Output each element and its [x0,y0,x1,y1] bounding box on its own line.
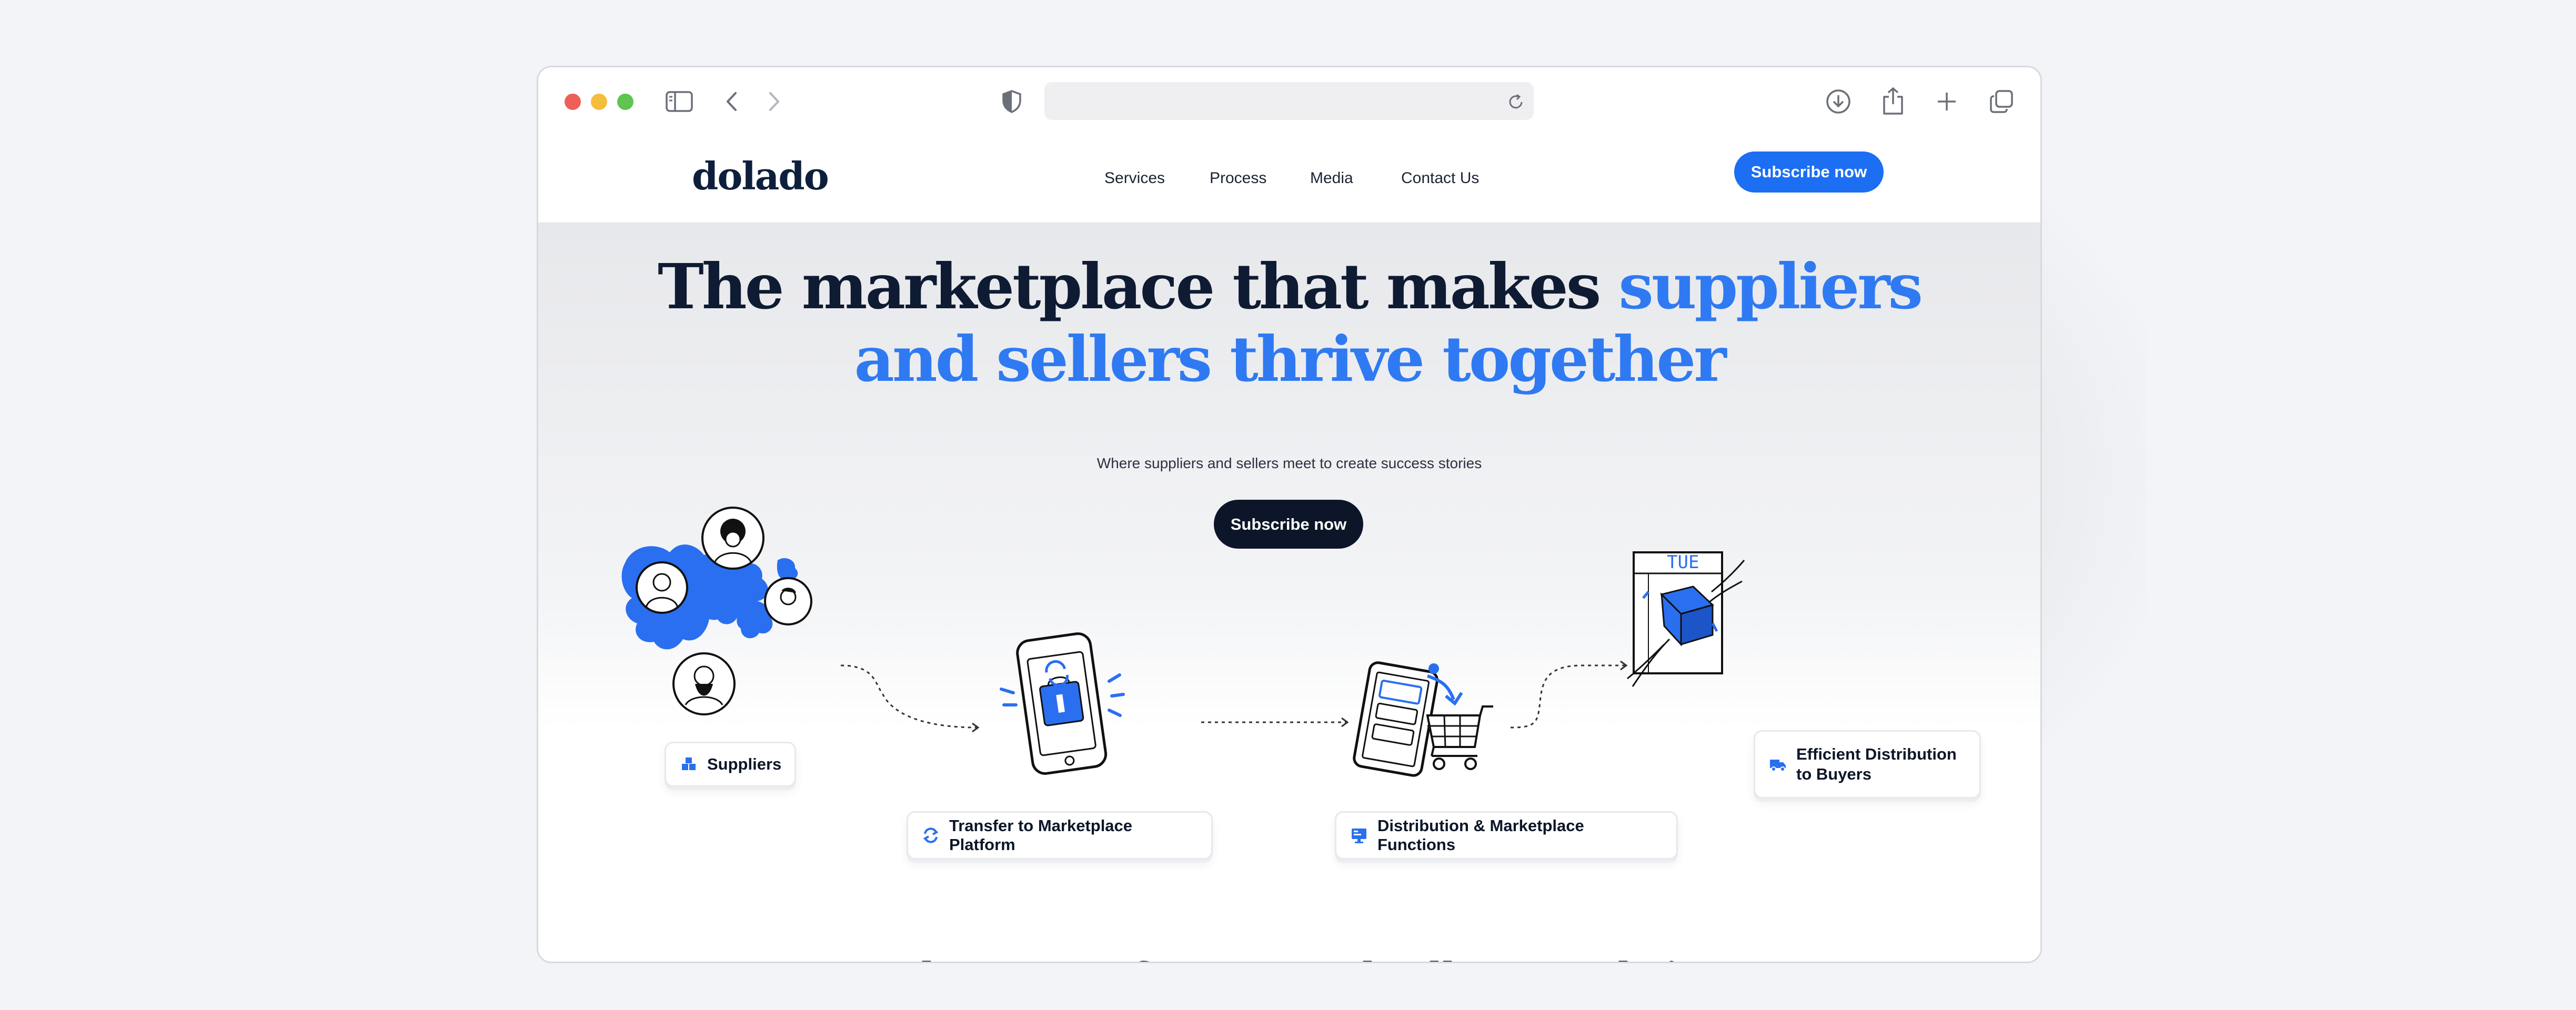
tablet-cart-illustration [1353,661,1493,777]
hero-section: The marketplace that makes suppliers and… [538,224,2040,962]
flow-illustration: TUE [621,507,1745,777]
calendar-day-label: TUE [1667,552,1699,573]
site-logo[interactable]: dolado [692,154,829,198]
share-icon[interactable] [1879,85,1907,117]
connector-1 [840,664,978,729]
download-icon[interactable] [1824,87,1853,116]
privacy-shield-icon[interactable] [1000,88,1023,115]
step-card-suppliers: Suppliers [665,742,796,787]
step-label-suppliers: Suppliers [707,755,782,773]
new-tab-icon[interactable] [1934,88,1960,115]
step-label-distribution: Distribution & Marketplace Functions [1377,816,1584,854]
close-dot[interactable] [565,94,581,110]
sidebar-icon[interactable] [665,88,694,115]
calendar-delivery-illustration: TUE [1627,551,1745,687]
connector-3 [1510,664,1625,729]
step-card-efficient-distribution: Efficient Distribution to Buyers [1754,730,1981,799]
step-label-line2: to Buyers [1796,765,1871,783]
section2-heading: Where Manufacturer and sellers get their [538,955,2040,962]
nav-contact-us[interactable]: Contact Us [1401,169,1479,187]
truck-icon [1770,760,1786,772]
step-label-line1: Efficient Distribution [1796,745,1957,763]
minimize-dot[interactable] [591,94,607,110]
step-label-efficient-distribution: Efficient Distribution to Buyers [1796,744,1957,784]
reload-icon[interactable] [1505,92,1526,113]
browser-window: dolado Services Process Media Contact Us… [537,66,2042,963]
tabs-overview-icon[interactable] [1987,87,2016,116]
nav-process[interactable]: Process [1210,169,1266,187]
exchange-arrows-icon [923,827,939,843]
browser-toolbar [538,67,2040,136]
back-icon[interactable] [723,89,739,114]
step-card-transfer: Transfer to Marketplace Platform [907,811,1213,860]
world-network-illustration [621,507,812,715]
boxes-icon [682,758,696,770]
nav-services[interactable]: Services [1104,169,1165,187]
site-header: dolado Services Process Media Contact Us… [538,136,2040,224]
nav-media[interactable]: Media [1310,169,1353,187]
phone-illustration [1000,632,1125,775]
monitor-icon [1352,829,1366,843]
step-label-transfer: Transfer to Marketplace Platform [949,816,1133,854]
zoom-dot[interactable] [617,94,633,110]
step-card-distribution: Distribution & Marketplace Functions [1335,811,1678,860]
forward-icon[interactable] [767,89,782,114]
header-subscribe-button[interactable]: Subscribe now [1734,152,1884,193]
address-bar[interactable] [1044,82,1534,120]
